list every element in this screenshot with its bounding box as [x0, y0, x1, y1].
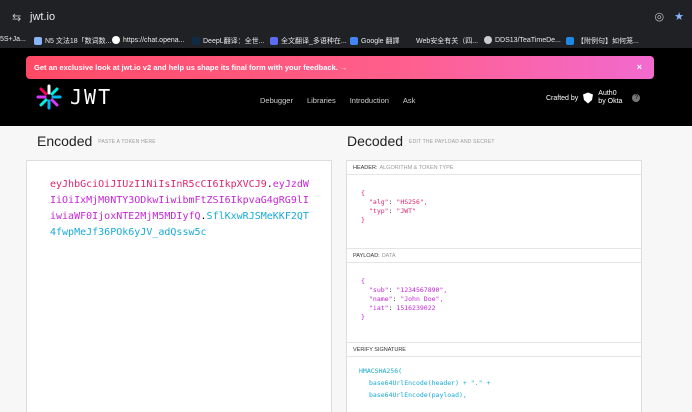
token-text[interactable]: eyJhbGciOiJIUzI1NiIsInR5cCI6IkpXVCJ9.eyJ…: [50, 177, 310, 241]
site-settings-icon[interactable]: ⇆: [12, 11, 21, 24]
bookmark-icon: [484, 36, 492, 44]
bookmark-item[interactable]: Google 翻譯: [350, 36, 400, 46]
bookmark-item[interactable]: Web安全有关（四...: [416, 36, 478, 46]
promo-banner[interactable]: Get an exclusive look at jwt.io v2 and h…: [26, 56, 654, 79]
promo-text: Get an exclusive look at jwt.io v2 and h…: [34, 63, 348, 72]
bookmark-item[interactable]: DDS13/TeaTimeDe...: [484, 36, 561, 44]
decoded-subtitle: EDIT THE PAYLOAD AND SECRET: [409, 139, 495, 146]
nav-ask[interactable]: Ask: [403, 96, 416, 105]
main-nav: Debugger Libraries Introduction Ask: [260, 96, 415, 105]
encoded-subtitle: PASTE A TOKEN HERE: [98, 139, 156, 146]
decoded-panel: HEADER: ALGORITHM & TOKEN TYPE { "alg": "…: [346, 160, 642, 412]
crafted-by-auth0[interactable]: Crafted by Auth0 by Okta ?: [546, 90, 641, 106]
bookmark-item[interactable]: DeepL翻译：全世...: [192, 36, 264, 46]
payload-json-editor[interactable]: { "sub": "1234567890", "name": "John Doe…: [347, 263, 641, 343]
browser-address-bar: ⇆ jwt.io ◎ ★: [0, 0, 692, 34]
auth0-shield-icon: [583, 92, 594, 104]
bookmark-item[interactable]: https://chat.opena...: [112, 36, 185, 44]
encoded-title: Encoded PASTE A TOKEN HERE: [37, 133, 156, 149]
bookmark-item[interactable]: N5 文法18「数词数...: [34, 36, 112, 46]
bookmark-item[interactable]: 5S+Ja...: [0, 36, 26, 43]
encoded-token-input[interactable]: eyJhbGciOiJIUzI1NiIsInR5cCI6IkpXVCJ9.eyJ…: [26, 160, 332, 412]
logo-wordmark: JWT: [70, 85, 113, 109]
jwt-logo[interactable]: JWT: [36, 84, 112, 110]
close-icon[interactable]: ×: [637, 62, 642, 72]
page-content: Get an exclusive look at jwt.io v2 and h…: [0, 48, 692, 412]
eye-off-icon[interactable]: ◎: [655, 10, 665, 23]
bookmark-icon: [566, 37, 574, 45]
bookmark-icon: [350, 37, 358, 45]
nav-libraries[interactable]: Libraries: [307, 96, 336, 105]
header-section-title: HEADER: ALGORITHM & TOKEN TYPE: [347, 161, 641, 175]
crafted-by-label: Crafted by: [546, 94, 579, 102]
header-json-editor[interactable]: { "alg": "HS256", "typ": "JWT" }: [347, 175, 641, 249]
jwt-logo-icon: [36, 84, 62, 110]
decoded-title: Decoded EDIT THE PAYLOAD AND SECRET: [347, 133, 495, 149]
bookmark-icon: [192, 37, 200, 45]
site-header: Get an exclusive look at jwt.io v2 and h…: [0, 48, 692, 126]
auth0-brand: Auth0 by Okta: [598, 90, 623, 105]
bookmark-item[interactable]: 【附例句】如何笼...: [566, 36, 639, 46]
help-icon[interactable]: ?: [632, 94, 641, 102]
token-header-part: eyJhbGciOiJIUzI1NiIsInR5cCI6IkpXVCJ9: [50, 179, 267, 190]
bookmark-icon: [112, 36, 120, 44]
nav-introduction[interactable]: Introduction: [350, 96, 389, 105]
url-text[interactable]: jwt.io: [30, 11, 55, 23]
bookmark-icon: [270, 37, 278, 45]
payload-section-title: PAYLOAD: DATA: [347, 249, 641, 263]
nav-debugger[interactable]: Debugger: [260, 96, 293, 105]
signature-editor[interactable]: HMACSHA256( base64UrlEncode(header) + ".…: [347, 357, 641, 409]
bookmark-star-icon[interactable]: ★: [674, 10, 684, 23]
bookmark-item[interactable]: 全文翻译_多语种在...: [270, 36, 347, 46]
bookmarks-bar: 5S+Ja... N5 文法18「数词数... https://chat.ope…: [0, 34, 692, 48]
bookmark-icon: [34, 37, 42, 45]
signature-section-title: VERIFY SIGNATURE: [347, 343, 641, 357]
browser-actions: ◎ ★: [655, 10, 684, 23]
